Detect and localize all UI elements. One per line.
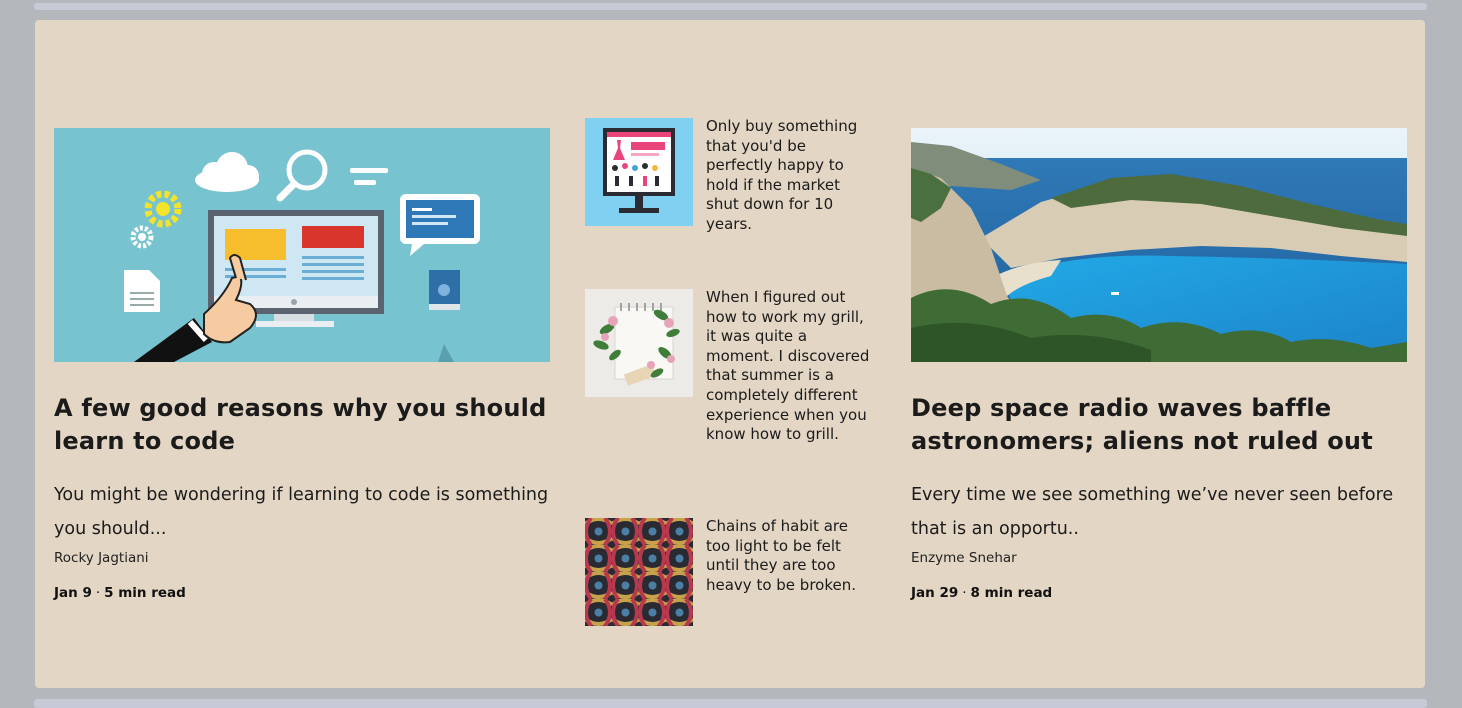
beach-cove-photo-icon[interactable] [911, 128, 1407, 362]
post-card[interactable]: Deep space radio waves baffle astronomer… [911, 128, 1407, 601]
shop-monitor-illustration-icon[interactable] [585, 118, 693, 226]
post-card[interactable]: A few good reasons why you should learn … [54, 128, 550, 601]
post-author[interactable]: Enzyme Snehar [911, 550, 1407, 566]
post-read-time: 5 min read [104, 585, 186, 601]
quote-text: Only buy something that you'd be perfect… [706, 117, 858, 233]
notebook-flowers-photo-icon[interactable] [585, 289, 693, 397]
meta-separator: · [962, 585, 967, 601]
woven-pattern-icon[interactable] [585, 518, 693, 626]
post-excerpt: Every time we see something we’ve never … [911, 485, 1394, 539]
top-bar [34, 3, 1427, 10]
post-meta: Jan 29 · 8 min read [911, 585, 1407, 601]
quote-text: When I figured out how to work my grill,… [706, 288, 870, 444]
featured-posts-panel: A few good reasons why you should learn … [35, 20, 1425, 688]
post-date: Jan 29 [911, 585, 959, 601]
post-read-time: 8 min read [970, 585, 1053, 601]
post-title[interactable]: Deep space radio waves baffle astronomer… [911, 392, 1407, 458]
post-date: Jan 9 [54, 585, 92, 601]
post-meta: Jan 9 · 5 min read [54, 585, 550, 601]
meta-separator: · [95, 585, 101, 601]
post-excerpt: You might be wondering if learning to co… [54, 485, 549, 539]
coding-illustration-icon[interactable] [54, 128, 550, 362]
bottom-bar [34, 699, 1427, 708]
post-title[interactable]: A few good reasons why you should learn … [54, 392, 550, 458]
post-author[interactable]: Rocky Jagtiani [54, 550, 550, 566]
quote-text: Chains of habit are too light to be felt… [706, 517, 856, 594]
